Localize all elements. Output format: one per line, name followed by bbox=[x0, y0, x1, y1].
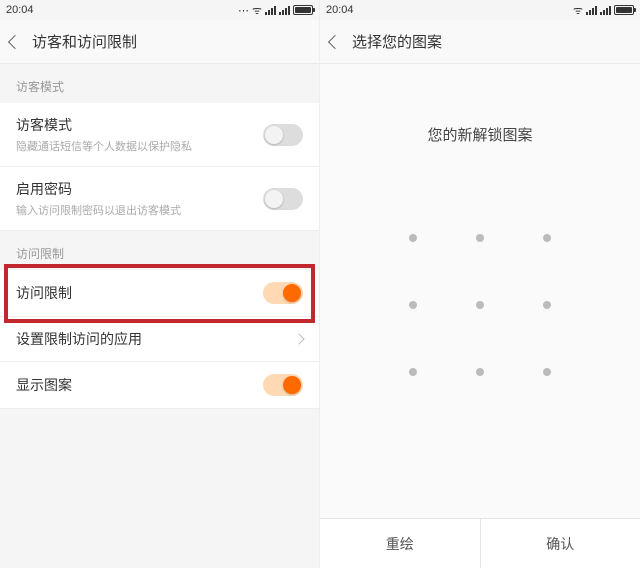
battery-icon bbox=[293, 5, 313, 15]
status-bar: 20:04 ⋯ ᯤ bbox=[0, 0, 319, 20]
pattern-title: 您的新解锁图案 bbox=[427, 124, 532, 145]
confirm-button[interactable]: 确认 bbox=[480, 519, 640, 568]
row-title: 访问限制 bbox=[16, 283, 72, 303]
row-guest-mode[interactable]: 访客模式 隐藏通话短信等个人数据以保护隐私 bbox=[0, 103, 319, 167]
bottom-bar: 重绘 确认 bbox=[320, 518, 640, 568]
toggle-guest-mode[interactable] bbox=[263, 124, 303, 146]
chevron-right-icon bbox=[293, 333, 304, 344]
status-time: 20:04 bbox=[6, 4, 34, 16]
row-title: 显示图案 bbox=[16, 375, 72, 395]
section-label-guest: 访客模式 bbox=[0, 64, 319, 103]
pattern-dot[interactable] bbox=[543, 368, 551, 376]
button-label: 重绘 bbox=[386, 534, 414, 554]
nav-bar: 选择您的图案 bbox=[320, 20, 640, 64]
signal-icon bbox=[265, 6, 276, 15]
status-time: 20:04 bbox=[326, 4, 354, 16]
button-label: 确认 bbox=[546, 534, 574, 554]
row-access-restrict-wrapper: 访问限制 bbox=[0, 270, 319, 317]
toggle-access-restrict[interactable] bbox=[263, 282, 303, 304]
pattern-dot[interactable] bbox=[476, 368, 484, 376]
nav-bar: 访客和访问限制 bbox=[0, 20, 319, 64]
pattern-area: 您的新解锁图案 bbox=[320, 64, 640, 518]
screen-guest-restrictions: 20:04 ⋯ ᯤ 访客和访问限制 访客模式 访客模式 隐藏通话短信等个人数据以… bbox=[0, 0, 320, 568]
status-bar: 20:04 ᯤ bbox=[320, 0, 640, 20]
status-indicators: ᯤ bbox=[573, 3, 634, 18]
pattern-dot[interactable] bbox=[409, 234, 417, 242]
status-indicators: ⋯ ᯤ bbox=[238, 3, 313, 18]
signal-icon bbox=[586, 6, 597, 15]
row-title: 启用密码 bbox=[16, 179, 181, 199]
row-show-pattern[interactable]: 显示图案 bbox=[0, 362, 319, 409]
back-icon[interactable] bbox=[8, 34, 22, 48]
wifi-icon: ᯤ bbox=[252, 3, 262, 18]
row-enable-password[interactable]: 启用密码 输入访问限制密码以退出访客模式 bbox=[0, 167, 319, 231]
row-restricted-apps[interactable]: 设置限制访问的应用 bbox=[0, 317, 319, 362]
pattern-dot[interactable] bbox=[409, 368, 417, 376]
wifi-icon: ᯤ bbox=[573, 3, 583, 18]
row-access-restrict[interactable]: 访问限制 bbox=[0, 270, 319, 317]
page-title: 访客和访问限制 bbox=[32, 31, 137, 52]
pattern-dot[interactable] bbox=[476, 301, 484, 309]
row-subtitle: 隐藏通话短信等个人数据以保护隐私 bbox=[16, 138, 192, 154]
screen-choose-pattern: 20:04 ᯤ 选择您的图案 您的新解锁图案 重绘 确认 bbox=[320, 0, 640, 568]
redraw-button[interactable]: 重绘 bbox=[320, 519, 480, 568]
back-icon[interactable] bbox=[328, 34, 342, 48]
row-title: 访客模式 bbox=[16, 115, 192, 135]
signal-icon-2 bbox=[600, 6, 611, 15]
pattern-dot[interactable] bbox=[543, 234, 551, 242]
pattern-dot[interactable] bbox=[476, 234, 484, 242]
toggle-show-pattern[interactable] bbox=[263, 374, 303, 396]
row-title: 设置限制访问的应用 bbox=[16, 329, 142, 349]
page-title: 选择您的图案 bbox=[352, 31, 442, 52]
pattern-dot[interactable] bbox=[543, 301, 551, 309]
signal-icon-2 bbox=[279, 6, 290, 15]
pattern-dot[interactable] bbox=[409, 301, 417, 309]
more-icon: ⋯ bbox=[238, 4, 249, 17]
pattern-grid[interactable] bbox=[380, 205, 580, 405]
toggle-password[interactable] bbox=[263, 188, 303, 210]
row-subtitle: 输入访问限制密码以退出访客模式 bbox=[16, 202, 181, 218]
battery-icon bbox=[614, 5, 634, 15]
section-label-restrict: 访问限制 bbox=[0, 231, 319, 270]
